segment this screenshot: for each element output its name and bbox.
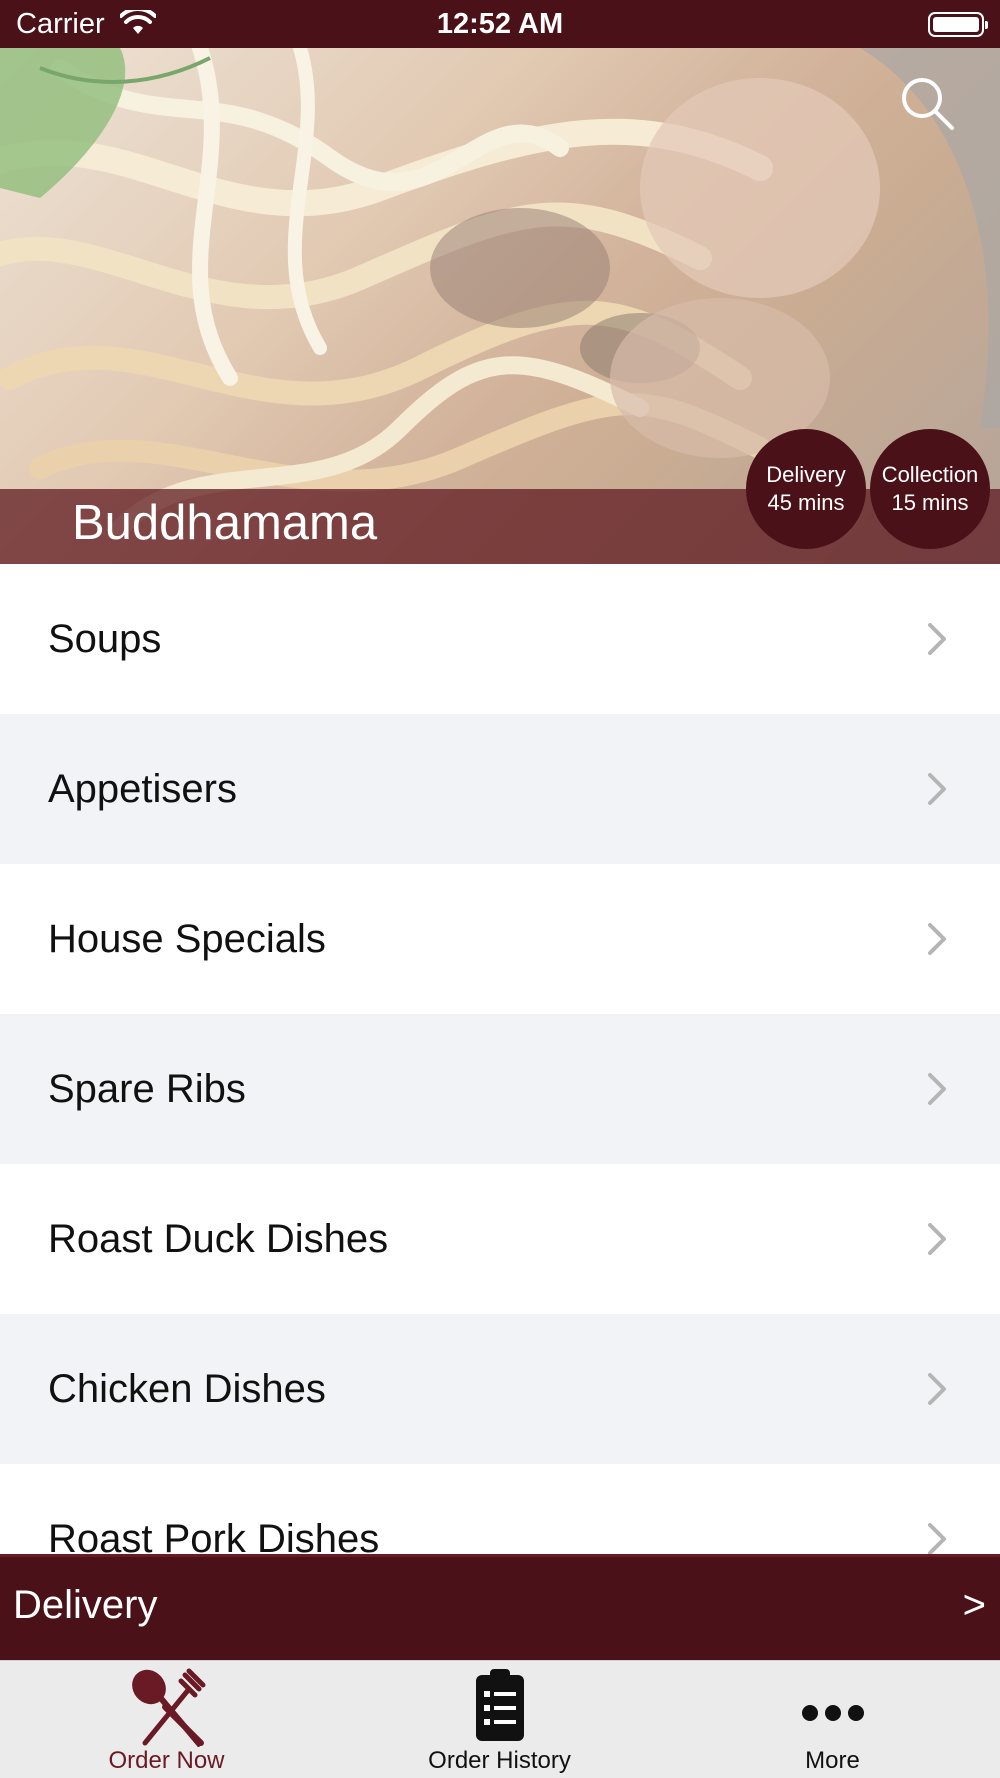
menu-category-spare-ribs[interactable]: Spare Ribs xyxy=(0,1014,1000,1164)
chevron-right-icon xyxy=(928,1373,946,1405)
collection-badge-title: Collection xyxy=(881,462,979,487)
menu-category-label: House Specials xyxy=(48,916,326,961)
restaurant-name: Buddhamama xyxy=(72,496,378,550)
menu-category-label: Roast Pork Dishes xyxy=(48,1516,380,1555)
delivery-arrow-icon: > xyxy=(962,1583,986,1627)
chevron-right-icon xyxy=(928,1073,946,1105)
menu-category-chicken[interactable]: Chicken Dishes xyxy=(0,1314,1000,1464)
delivery-time-badge: Delivery 45 mins xyxy=(746,429,866,549)
clipboard-list-icon xyxy=(475,1669,524,1741)
fork-knife-icon xyxy=(131,1668,205,1747)
tab-label: More xyxy=(805,1747,860,1774)
menu-category-roast-duck[interactable]: Roast Duck Dishes xyxy=(0,1164,1000,1314)
chevron-right-icon xyxy=(928,623,946,655)
chevron-right-icon xyxy=(928,1223,946,1255)
tab-label: Order History xyxy=(428,1747,571,1774)
menu-category-roast-pork[interactable]: Roast Pork Dishes xyxy=(0,1464,1000,1554)
clock: 12:52 AM xyxy=(436,8,564,40)
chevron-right-icon xyxy=(928,1523,946,1554)
menu-category-appetisers[interactable]: Appetisers xyxy=(0,714,1000,864)
hero-banner: Buddhamama Delivery 45 mins Collection 1… xyxy=(0,48,1000,564)
menu-category-label: Chicken Dishes xyxy=(48,1366,326,1411)
menu-category-soups[interactable]: Soups xyxy=(0,564,1000,714)
delivery-mode-bar[interactable]: Delivery > xyxy=(0,1554,1000,1660)
menu-category-label: Roast Duck Dishes xyxy=(48,1216,389,1261)
tab-order-history[interactable]: Order History xyxy=(333,1661,666,1778)
search-icon[interactable] xyxy=(898,74,958,134)
delivery-badge-title: Delivery xyxy=(766,462,846,487)
delivery-badge-time: 45 mins xyxy=(767,490,845,515)
status-bar: Carrier 12:52 AM xyxy=(0,0,1000,48)
menu-category-label: Soups xyxy=(48,616,162,661)
tab-order-now[interactable]: Order Now xyxy=(0,1661,333,1778)
chevron-right-icon xyxy=(928,923,946,955)
menu-category-label: Appetisers xyxy=(48,766,237,811)
collection-badge-time: 15 mins xyxy=(891,490,969,515)
menu-category-label: Spare Ribs xyxy=(48,1066,246,1111)
battery-icon xyxy=(928,12,988,37)
tab-more[interactable]: More xyxy=(666,1661,999,1778)
chevron-right-icon xyxy=(928,773,946,805)
tab-label: Order Now xyxy=(108,1747,225,1774)
more-dots-icon xyxy=(801,1705,864,1721)
tab-bar: Order Now Order History More xyxy=(0,1660,1000,1778)
menu-category-list[interactable]: Soups Appetisers House Specials Spare Ri… xyxy=(0,564,1000,1554)
collection-time-badge: Collection 15 mins xyxy=(870,429,990,549)
menu-category-house-specials[interactable]: House Specials xyxy=(0,864,1000,1014)
delivery-mode-label: Delivery xyxy=(13,1583,158,1627)
